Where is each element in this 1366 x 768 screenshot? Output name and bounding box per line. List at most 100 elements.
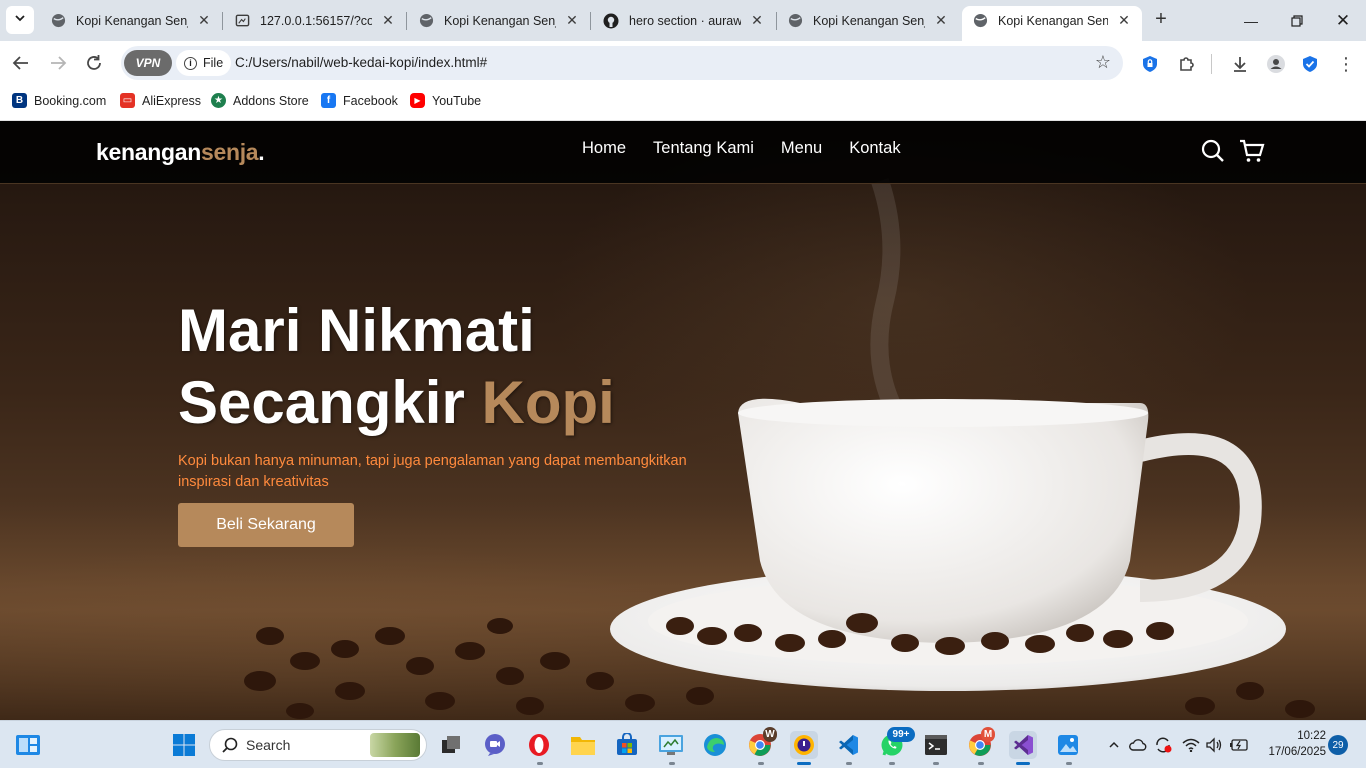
tab-4[interactable]: hero section · aurawi ✕ xyxy=(593,6,775,35)
system-clock[interactable]: 10:22 17/06/2025 xyxy=(1258,728,1326,760)
bookmark-label: Facebook xyxy=(343,93,398,108)
buy-now-button[interactable]: Beli Sekarang xyxy=(178,503,354,547)
running-indicator xyxy=(537,762,543,765)
bookmark-addons-store[interactable]: ★ Addons Store xyxy=(211,93,309,108)
nav-link-kontak[interactable]: Kontak xyxy=(849,139,900,158)
close-icon[interactable]: ✕ xyxy=(564,12,580,29)
search-icon[interactable] xyxy=(1200,138,1226,164)
control-panel-icon[interactable] xyxy=(657,731,685,759)
running-indicator xyxy=(933,762,939,765)
globe-icon xyxy=(418,13,434,29)
shopping-cart-icon[interactable] xyxy=(1239,138,1265,164)
back-button[interactable] xyxy=(7,49,35,77)
terminal-icon[interactable] xyxy=(922,731,950,759)
vpn-badge[interactable]: VPN xyxy=(124,50,172,76)
notification-count-badge[interactable]: 29 xyxy=(1328,735,1348,755)
start-windows-icon[interactable] xyxy=(170,731,198,759)
whatsapp-unread-badge: 99+ xyxy=(887,727,915,742)
tab-5[interactable]: Kopi Kenangan Senja ✕ xyxy=(777,6,959,35)
toolbar-divider xyxy=(1211,54,1212,74)
wifi-icon[interactable] xyxy=(1180,731,1202,759)
bookmark-label: YouTube xyxy=(432,93,482,108)
address-bar[interactable]: VPN i File C:/Users/nabil/web-kedai-kopi… xyxy=(121,46,1123,80)
widgets-icon[interactable] xyxy=(14,731,42,759)
profile-avatar-icon[interactable] xyxy=(1265,53,1287,75)
minimize-button[interactable]: — xyxy=(1228,0,1274,41)
running-indicator xyxy=(758,762,764,765)
task-view-icon[interactable] xyxy=(437,731,465,759)
close-icon[interactable]: ✕ xyxy=(749,12,765,29)
url-text[interactable]: C:/Users/nabil/web-kedai-kopi/index.html… xyxy=(235,55,487,70)
web-page: kenangansenja. Home Tentang Kami Menu Ko… xyxy=(0,121,1366,720)
aliexpress-icon: ▭ xyxy=(120,93,135,108)
bookmark-youtube[interactable]: ▶ YouTube xyxy=(410,93,481,108)
opera-icon[interactable] xyxy=(525,731,553,759)
tab-search-button[interactable] xyxy=(6,6,34,34)
download-icon[interactable] xyxy=(1229,53,1251,75)
battery-icon[interactable] xyxy=(1227,731,1251,759)
booking-icon: B xyxy=(12,93,27,108)
addons-store-icon: ★ xyxy=(211,93,226,108)
taskbar-search-placeholder: Search xyxy=(246,737,291,753)
nav-link-home[interactable]: Home xyxy=(582,139,626,158)
clock-date: 17/06/2025 xyxy=(1268,746,1326,758)
search-icon xyxy=(222,737,238,753)
file-explorer-icon[interactable] xyxy=(569,731,597,759)
show-hidden-icons-chevron-icon[interactable] xyxy=(1104,731,1124,759)
site-info-chip[interactable]: i File xyxy=(176,50,232,76)
tab-title: Kopi Kenangan Senja xyxy=(813,13,925,28)
hero-title-line2: Secangkir Kopi xyxy=(178,367,615,439)
microsoft-store-icon[interactable] xyxy=(613,731,641,759)
site-logo[interactable]: kenangansenja. xyxy=(96,139,265,166)
reload-button[interactable] xyxy=(80,49,108,77)
forward-button[interactable] xyxy=(44,49,72,77)
tab-6-active[interactable]: Kopi Kenangan Senja ✕ xyxy=(962,6,1142,41)
chevron-down-icon xyxy=(14,11,26,29)
close-icon[interactable]: ✕ xyxy=(196,12,212,29)
bookmark-star-icon[interactable]: ☆ xyxy=(1095,52,1111,73)
sync-update-icon[interactable] xyxy=(1152,731,1174,759)
vpn-app-icon[interactable] xyxy=(790,731,818,759)
visual-studio-icon[interactable] xyxy=(1009,731,1037,759)
tab-1[interactable]: Kopi Kenangan Senja ✕ xyxy=(40,6,222,35)
shield-extension-icon[interactable] xyxy=(1139,53,1161,75)
running-indicator xyxy=(978,762,984,765)
tab-title: 127.0.0.1:56157/?cod xyxy=(260,13,372,28)
bookmark-booking[interactable]: B Booking.com xyxy=(12,93,106,108)
volume-icon[interactable] xyxy=(1203,731,1225,759)
extensions-puzzle-icon[interactable] xyxy=(1176,53,1198,75)
bookmark-aliexpress[interactable]: ▭ AliExpress xyxy=(120,93,201,108)
chat-meet-icon[interactable] xyxy=(481,731,509,759)
browser-toolbar: VPN i File C:/Users/nabil/web-kedai-kopi… xyxy=(0,41,1366,85)
close-window-button[interactable]: ✕ xyxy=(1320,0,1366,41)
bookmark-label: Addons Store xyxy=(233,93,309,108)
facebook-icon: f xyxy=(321,93,336,108)
close-icon[interactable]: ✕ xyxy=(1116,12,1132,29)
new-tab-button[interactable]: + xyxy=(1150,8,1172,30)
bookmark-facebook[interactable]: f Facebook xyxy=(321,93,398,108)
tab-2[interactable]: 127.0.0.1:56157/?cod ✕ xyxy=(224,6,406,35)
close-icon[interactable]: ✕ xyxy=(380,12,396,29)
more-menu-icon[interactable]: ⋮ xyxy=(1335,53,1357,75)
running-indicator xyxy=(669,762,675,765)
vscode-icon[interactable] xyxy=(834,731,862,759)
taskbar-search[interactable]: Search xyxy=(209,729,427,761)
onedrive-cloud-icon[interactable] xyxy=(1128,731,1148,759)
logo-dot: . xyxy=(258,139,265,165)
tab-3[interactable]: Kopi Kenangan Senja ✕ xyxy=(408,6,590,35)
nav-link-tentang-kami[interactable]: Tentang Kami xyxy=(653,139,754,158)
tab-title: hero section · aurawi xyxy=(629,13,741,28)
page-icon xyxy=(234,13,250,29)
security-check-icon[interactable] xyxy=(1299,53,1321,75)
close-icon[interactable]: ✕ xyxy=(933,12,949,29)
globe-icon xyxy=(972,13,988,29)
maximize-button[interactable] xyxy=(1274,0,1320,41)
tab-title: Kopi Kenangan Senja xyxy=(998,13,1108,28)
tab-separator xyxy=(406,12,407,30)
nav-link-menu[interactable]: Menu xyxy=(781,139,822,158)
globe-icon xyxy=(50,13,66,29)
search-highlight-image xyxy=(370,733,420,757)
edge-icon[interactable] xyxy=(701,731,729,759)
photos-icon[interactable] xyxy=(1054,731,1082,759)
hero-title: Mari Nikmati Secangkir Kopi xyxy=(178,295,615,439)
